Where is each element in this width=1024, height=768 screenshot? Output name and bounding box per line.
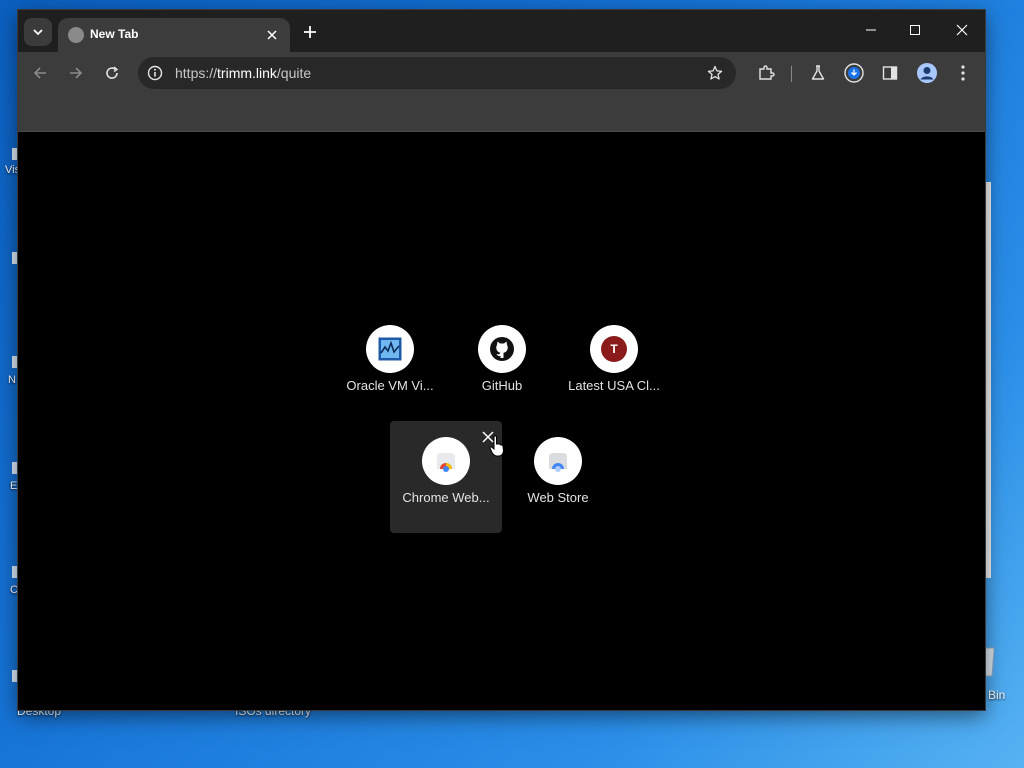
web-store-icon (549, 453, 567, 472)
bookmark-star-button[interactable] (706, 64, 724, 82)
close-icon (267, 30, 277, 40)
labs-button[interactable] (806, 61, 830, 85)
avatar-icon (917, 63, 937, 83)
url-path: /quite (276, 65, 312, 81)
shortcut-tile-oracle-vm[interactable]: Oracle VM Vi... (334, 309, 446, 421)
minimize-icon (866, 29, 876, 31)
close-icon (956, 24, 968, 36)
shortcut-label: Latest USA Cl... (568, 378, 660, 393)
chevron-down-icon (33, 29, 43, 36)
download-icon (844, 63, 864, 83)
reload-icon (106, 66, 119, 79)
close-window-button[interactable] (939, 14, 985, 46)
site-info-button[interactable] (146, 64, 164, 82)
back-button[interactable] (28, 61, 52, 85)
more-vert-icon (961, 65, 965, 81)
maximize-button[interactable] (892, 14, 938, 46)
flask-icon (811, 65, 825, 80)
bookmarks-bar (18, 94, 985, 132)
tab-close-button[interactable] (262, 25, 282, 45)
shortcut-icon-circle (478, 325, 526, 373)
title-bar: New Tab (18, 10, 985, 52)
url-host: trimm.link (217, 65, 277, 81)
toolbar-separator (791, 66, 792, 82)
desktop-icon-label-fragment: N (8, 374, 16, 386)
downloads-button[interactable] (842, 61, 866, 85)
plus-icon (304, 26, 316, 38)
shortcut-tile-web-store[interactable]: Web Store (502, 421, 614, 533)
desktop-icon-recycle-bin[interactable]: Bin (988, 688, 1005, 702)
shortcut-tile-chrome-web-store[interactable]: Chrome Web... (390, 421, 502, 533)
menu-button[interactable] (951, 61, 975, 85)
side-panel-icon (882, 66, 898, 80)
virtualbox-icon (378, 337, 402, 361)
shortcut-tile-github[interactable]: GitHub (446, 309, 558, 421)
shortcut-label: Oracle VM Vi... (346, 378, 434, 393)
shortcut-icon-circle (534, 437, 582, 485)
tab-title: New Tab (90, 27, 139, 41)
desktop-icon-label-fragment: E (10, 480, 18, 492)
desktop-icon-label-fragment: C (10, 584, 18, 596)
extensions-button[interactable] (754, 61, 778, 85)
url-text: https://trimm.link/quite (175, 65, 311, 81)
tab-search-button[interactable] (24, 18, 52, 46)
shortcut-icon-circle (366, 325, 414, 373)
shortcut-icon-circle (422, 437, 470, 485)
background-window-edge (984, 182, 991, 578)
maximize-icon (910, 25, 920, 35)
chrome-web-store-icon (437, 453, 455, 472)
letter-avatar-icon: T (601, 336, 627, 362)
minimize-button[interactable] (848, 14, 894, 46)
star-icon (707, 65, 723, 80)
github-icon (490, 337, 514, 361)
shortcut-label: Chrome Web... (402, 490, 490, 505)
side-panel-button[interactable] (878, 61, 902, 85)
shortcut-label: GitHub (481, 378, 523, 393)
shortcut-tile-latest-usa[interactable]: T Latest USA Cl... (558, 309, 670, 421)
url-scheme: https:// (175, 65, 218, 81)
new-tab-button[interactable] (298, 20, 322, 44)
reload-button[interactable] (100, 61, 124, 85)
puzzle-icon (759, 65, 775, 80)
new-tab-page: Oracle VM Vi... GitHub T Latest USA Cl..… (18, 132, 985, 710)
forward-button[interactable] (64, 61, 88, 85)
shortcut-icon-circle: T (590, 325, 638, 373)
globe-icon (68, 27, 84, 43)
arrow-right-icon (70, 67, 83, 79)
info-icon (147, 65, 163, 81)
profile-button[interactable] (915, 61, 939, 85)
arrow-left-icon (33, 67, 46, 79)
shortcut-label: Web Store (527, 490, 589, 505)
address-bar[interactable]: https://trimm.link/quite (138, 57, 736, 89)
browser-window: New Tab https://trimm.link/quite Oracle … (18, 10, 985, 710)
tab-new-tab[interactable]: New Tab (58, 18, 290, 52)
toolbar: https://trimm.link/quite (18, 52, 985, 94)
hand-cursor-icon (489, 435, 505, 457)
